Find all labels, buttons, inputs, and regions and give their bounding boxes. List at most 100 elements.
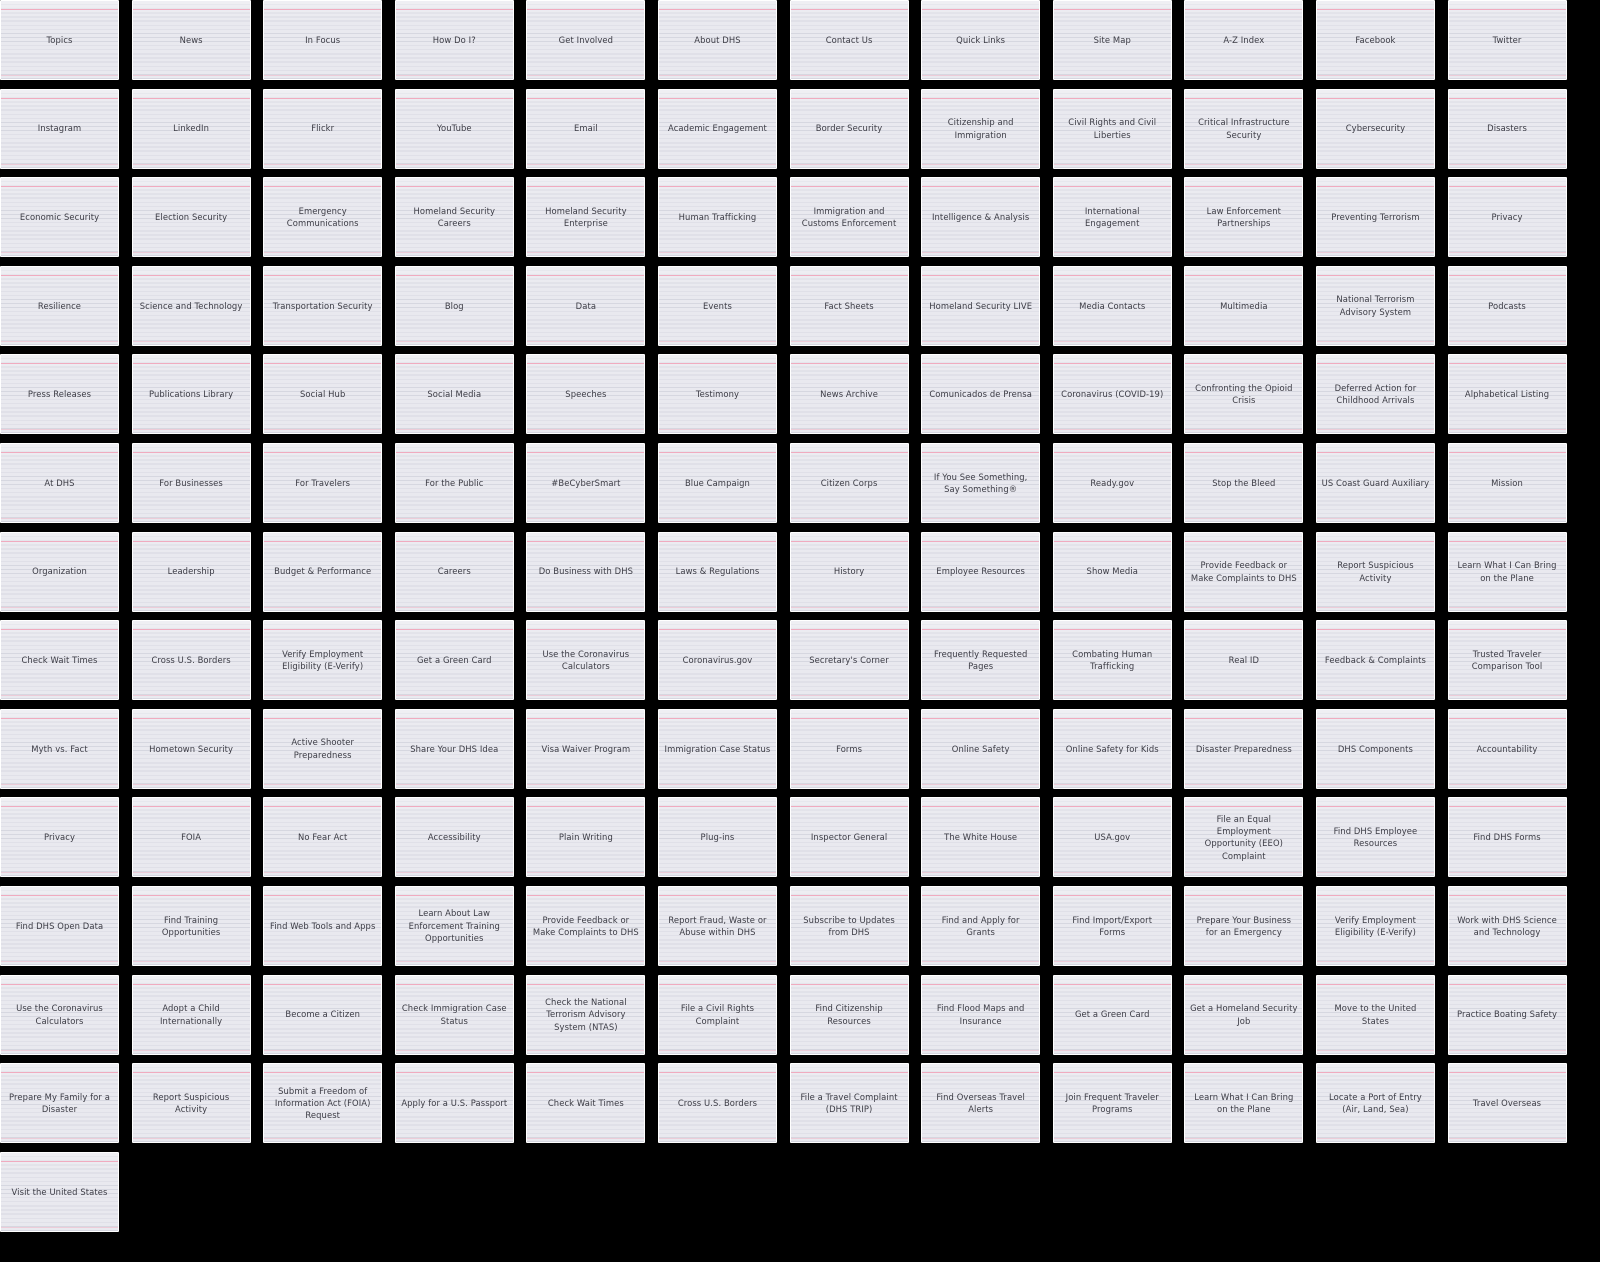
index-card[interactable]: Intelligence & Analysis xyxy=(921,177,1041,258)
index-card[interactable]: Share Your DHS Idea xyxy=(394,708,514,789)
index-card[interactable]: If You See Something, Say Something® xyxy=(921,442,1041,523)
index-card[interactable]: Privacy xyxy=(0,797,119,878)
index-card[interactable]: Human Trafficking xyxy=(657,177,777,258)
index-card[interactable]: News xyxy=(131,0,251,80)
index-card[interactable]: Verify Employment Eligibility (E-Verify) xyxy=(263,620,383,701)
index-card[interactable]: Emergency Communications xyxy=(263,177,383,258)
index-card[interactable]: Instagram xyxy=(0,88,119,169)
index-card[interactable]: Deferred Action for Childhood Arrivals xyxy=(1315,354,1435,435)
index-card[interactable]: For Travelers xyxy=(263,442,383,523)
index-card[interactable]: Social Media xyxy=(394,354,514,435)
index-card[interactable]: Homeland Security LIVE xyxy=(921,265,1041,346)
index-card[interactable]: Blue Campaign xyxy=(657,442,777,523)
index-card[interactable]: DHS Components xyxy=(1315,708,1435,789)
index-card[interactable]: Fact Sheets xyxy=(789,265,909,346)
index-card[interactable]: Cross U.S. Borders xyxy=(131,620,251,701)
index-card[interactable]: Show Media xyxy=(1052,531,1172,612)
index-card[interactable]: Transportation Security xyxy=(263,265,383,346)
index-card[interactable]: At DHS xyxy=(0,442,119,523)
index-card[interactable]: Report Suspicious Activity xyxy=(131,1063,251,1144)
index-card[interactable]: Academic Engagement xyxy=(657,88,777,169)
index-card[interactable]: Travel Overseas xyxy=(1447,1063,1567,1144)
index-card[interactable]: Coronavirus.gov xyxy=(657,620,777,701)
index-card[interactable]: Subscribe to Updates from DHS xyxy=(789,885,909,966)
index-card[interactable]: Cybersecurity xyxy=(1315,88,1435,169)
index-card[interactable]: Homeland Security Careers xyxy=(394,177,514,258)
index-card[interactable]: Find Import/Export Forms xyxy=(1052,885,1172,966)
index-card[interactable]: Prepare Your Business for an Emergency xyxy=(1184,885,1304,966)
index-card[interactable]: Publications Library xyxy=(131,354,251,435)
index-card[interactable]: Disasters xyxy=(1447,88,1567,169)
index-card[interactable]: Find DHS Forms xyxy=(1447,797,1567,878)
index-card[interactable]: Provide Feedback or Make Complaints to D… xyxy=(526,885,646,966)
index-card[interactable]: Immigration and Customs Enforcement xyxy=(789,177,909,258)
index-card[interactable]: Multimedia xyxy=(1184,265,1304,346)
index-card[interactable]: Coronavirus (COVID-19) xyxy=(1052,354,1172,435)
index-card[interactable]: Accessibility xyxy=(394,797,514,878)
index-card[interactable]: Trusted Traveler Comparison Tool xyxy=(1447,620,1567,701)
index-card[interactable]: Apply for a U.S. Passport xyxy=(394,1063,514,1144)
index-card[interactable]: Border Security xyxy=(789,88,909,169)
index-card[interactable]: Visa Waiver Program xyxy=(526,708,646,789)
index-card[interactable]: Learn What I Can Bring on the Plane xyxy=(1184,1063,1304,1144)
index-card[interactable]: Get a Green Card xyxy=(394,620,514,701)
index-card[interactable]: Citizenship and Immigration xyxy=(921,88,1041,169)
index-card[interactable]: News Archive xyxy=(789,354,909,435)
index-card[interactable]: Homeland Security Enterprise xyxy=(526,177,646,258)
index-card[interactable]: Verify Employment Eligibility (E-Verify) xyxy=(1315,885,1435,966)
index-card[interactable]: Secretary's Corner xyxy=(789,620,909,701)
index-card[interactable]: Preventing Terrorism xyxy=(1315,177,1435,258)
index-card[interactable]: #BeCyberSmart xyxy=(526,442,646,523)
index-card[interactable]: US Coast Guard Auxiliary xyxy=(1315,442,1435,523)
index-card[interactable]: Comunicados de Prensa xyxy=(921,354,1041,435)
index-card[interactable]: Find Web Tools and Apps xyxy=(263,885,383,966)
index-card[interactable]: The White House xyxy=(921,797,1041,878)
index-card[interactable]: About DHS xyxy=(657,0,777,80)
index-card[interactable]: Find Flood Maps and Insurance xyxy=(921,974,1041,1055)
index-card[interactable]: Check Wait Times xyxy=(0,620,119,701)
index-card[interactable]: File an Equal Employment Opportunity (EE… xyxy=(1184,797,1304,878)
index-card[interactable]: Site Map xyxy=(1052,0,1172,80)
index-card[interactable]: Do Business with DHS xyxy=(526,531,646,612)
index-card[interactable]: Social Hub xyxy=(263,354,383,435)
index-card[interactable]: Find DHS Employee Resources xyxy=(1315,797,1435,878)
index-card[interactable]: Privacy xyxy=(1447,177,1567,258)
index-card[interactable]: Report Suspicious Activity xyxy=(1315,531,1435,612)
index-card[interactable]: A-Z Index xyxy=(1184,0,1304,80)
index-card[interactable]: Media Contacts xyxy=(1052,265,1172,346)
index-card[interactable]: Find Overseas Travel Alerts xyxy=(921,1063,1041,1144)
index-card[interactable]: Join Frequent Traveler Programs xyxy=(1052,1063,1172,1144)
index-card[interactable]: Find DHS Open Data xyxy=(0,885,119,966)
index-card[interactable]: In Focus xyxy=(263,0,383,80)
index-card[interactable]: YouTube xyxy=(394,88,514,169)
index-card[interactable]: Active Shooter Preparedness xyxy=(263,708,383,789)
index-card[interactable]: For the Public xyxy=(394,442,514,523)
index-card[interactable]: Practice Boating Safety xyxy=(1447,974,1567,1055)
index-card[interactable]: How Do I? xyxy=(394,0,514,80)
index-card[interactable]: Locate a Port of Entry (Air, Land, Sea) xyxy=(1315,1063,1435,1144)
index-card[interactable]: Contact Us xyxy=(789,0,909,80)
index-card[interactable]: Employee Resources xyxy=(921,531,1041,612)
index-card[interactable]: Confronting the Opioid Crisis xyxy=(1184,354,1304,435)
index-card[interactable]: Report Fraud, Waste or Abuse within DHS xyxy=(657,885,777,966)
index-card[interactable]: Forms xyxy=(789,708,909,789)
index-card[interactable]: Topics xyxy=(0,0,119,80)
index-card[interactable]: Civil Rights and Civil Liberties xyxy=(1052,88,1172,169)
index-card[interactable]: Learn About Law Enforcement Training Opp… xyxy=(394,885,514,966)
index-card[interactable]: Find Training Opportunities xyxy=(131,885,251,966)
index-card[interactable]: Organization xyxy=(0,531,119,612)
index-card[interactable]: Data xyxy=(526,265,646,346)
index-card[interactable]: Laws & Regulations xyxy=(657,531,777,612)
index-card[interactable]: Election Security xyxy=(131,177,251,258)
index-card[interactable]: Podcasts xyxy=(1447,265,1567,346)
index-card[interactable]: Law Enforcement Partnerships xyxy=(1184,177,1304,258)
index-card[interactable]: Find and Apply for Grants xyxy=(921,885,1041,966)
index-card[interactable]: Blog xyxy=(394,265,514,346)
index-card[interactable]: Get Involved xyxy=(526,0,646,80)
index-card[interactable]: Resilience xyxy=(0,265,119,346)
index-card[interactable]: National Terrorism Advisory System xyxy=(1315,265,1435,346)
index-card[interactable]: Mission xyxy=(1447,442,1567,523)
index-card[interactable]: Get a Homeland Security Job xyxy=(1184,974,1304,1055)
index-card[interactable]: LinkedIn xyxy=(131,88,251,169)
index-card[interactable]: Cross U.S. Borders xyxy=(657,1063,777,1144)
